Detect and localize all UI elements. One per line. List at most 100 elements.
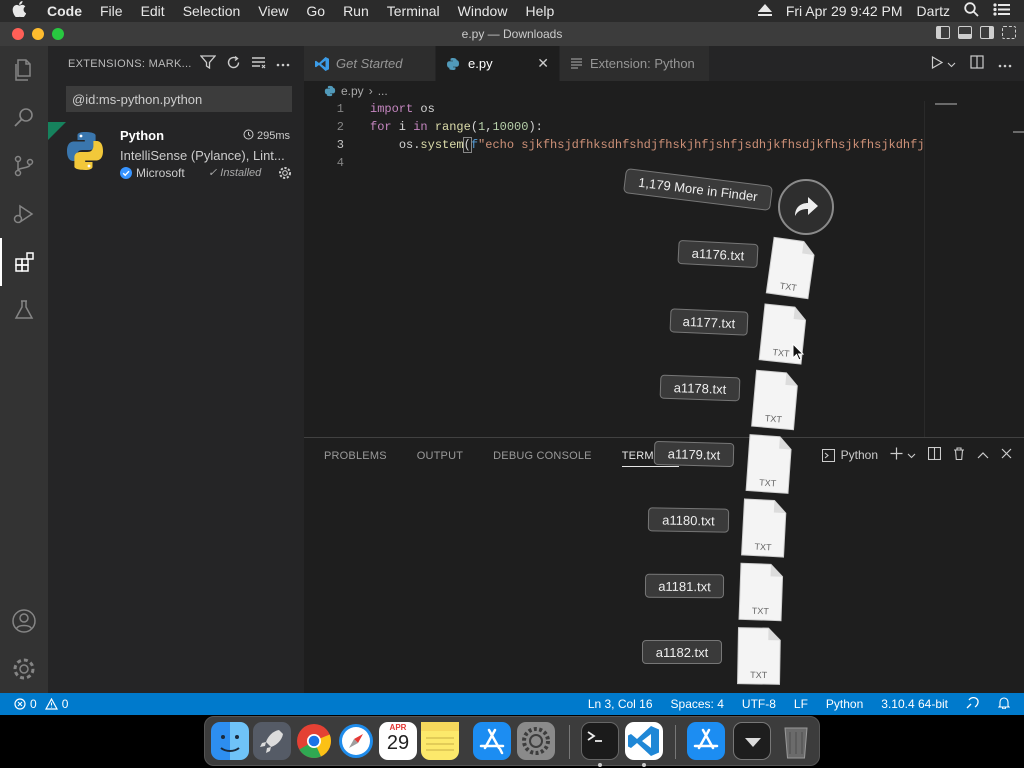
close-tab-icon[interactable]: ✕ (537, 55, 549, 72)
activity-bar (0, 46, 48, 693)
settings-gear-icon[interactable] (0, 645, 48, 693)
file-encoding[interactable]: UTF-8 (742, 697, 776, 711)
chrome-icon[interactable] (295, 722, 333, 760)
tab-label: Get Started (336, 56, 403, 71)
tab-get-started[interactable]: Get Started (304, 46, 436, 81)
safari-compass-icon[interactable] (337, 722, 375, 760)
extension-description: IntelliSense (Pylance), Lint... (120, 148, 285, 163)
tab-e-py[interactable]: e.py ✕ (436, 46, 560, 81)
maximize-panel-chevron-up-icon[interactable] (977, 448, 989, 462)
menu-file[interactable]: File (91, 3, 132, 19)
kill-terminal-trash-icon[interactable] (953, 447, 965, 463)
drag-file-label: a1177.txt (669, 308, 749, 336)
txt-file-icon: TXT (735, 626, 782, 687)
extensions-icon[interactable] (0, 238, 48, 286)
menu-user[interactable]: Dartz (917, 3, 950, 19)
terminal-dropdown-chevron-icon[interactable] (907, 448, 916, 462)
publisher-name[interactable]: Microsoft (136, 166, 185, 180)
spotlight-search-icon[interactable] (964, 2, 979, 20)
code-line-1[interactable]: 1 import os (304, 102, 924, 120)
new-terminal-plus-icon[interactable] (890, 447, 903, 463)
close-panel-icon[interactable] (1001, 448, 1012, 462)
editor-more-actions-icon[interactable] (998, 56, 1012, 71)
explorer-icon[interactable] (0, 46, 48, 94)
drag-file-label: a1178.txt (659, 374, 741, 402)
launchpad-rocket-icon[interactable] (253, 722, 291, 760)
code-line-3[interactable]: 3 os.system(f"echo sjkfhsjdfhksdhfshdjfh… (304, 137, 924, 156)
toggle-sidebar-icon[interactable] (936, 26, 950, 39)
customize-layout-icon[interactable] (1002, 26, 1016, 39)
function-range: range (434, 120, 471, 134)
panel-tab-debug-console[interactable]: DEBUG CONSOLE (493, 450, 592, 462)
breadcrumb-file[interactable]: e.py (341, 84, 364, 98)
testing-flask-icon[interactable] (0, 286, 48, 334)
finder-icon[interactable] (211, 722, 249, 760)
filter-icon[interactable] (199, 55, 217, 72)
search-icon[interactable] (0, 94, 48, 142)
menu-go[interactable]: Go (297, 3, 334, 19)
notifications-bell-icon[interactable] (997, 696, 1011, 712)
drag-file-label: a1180.txt (647, 507, 730, 533)
problems-status[interactable]: 0 0 (14, 697, 68, 711)
line-number: 4 (336, 156, 344, 170)
tab-extension-python[interactable]: Extension: Python (560, 46, 710, 81)
apple-menu-icon[interactable] (0, 1, 38, 21)
extensions-sidebar: EXTENSIONS: MARK... @id:ms-python.python… (48, 46, 304, 693)
breadcrumb-symbol[interactable]: ... (378, 84, 388, 98)
minimap[interactable] (924, 101, 1024, 437)
control-center-icon[interactable] (993, 3, 1010, 19)
app-store-icon[interactable] (473, 722, 511, 760)
app-store-downloads-icon[interactable] (687, 722, 725, 760)
code-line-2[interactable]: 2 for i in range(1,10000): (304, 120, 924, 138)
system-preferences-gear-icon[interactable] (517, 722, 555, 760)
language-mode[interactable]: Python (826, 697, 863, 711)
trash-icon[interactable] (777, 722, 815, 760)
extension-publisher: Microsoft (120, 166, 185, 180)
extension-list-item-python[interactable]: Python 295ms IntelliSense (Pylance), Lin… (48, 122, 304, 180)
code-line-4[interactable]: 4 (304, 156, 924, 174)
menu-selection[interactable]: Selection (174, 3, 250, 19)
vscode-app-icon[interactable] (625, 722, 663, 760)
panel-tab-output[interactable]: OUTPUT (417, 450, 463, 462)
menu-run[interactable]: Run (334, 3, 378, 19)
terminal-app-icon[interactable] (581, 722, 619, 760)
cursor-position[interactable]: Ln 3, Col 16 (588, 697, 653, 711)
calendar-icon[interactable]: APR 29 (379, 722, 417, 760)
accounts-icon[interactable] (0, 597, 48, 645)
manage-extension-gear-icon[interactable] (278, 166, 292, 183)
python-interpreter[interactable]: 3.10.4 64-bit (881, 697, 948, 711)
run-python-file-icon[interactable] (931, 55, 944, 72)
notes-icon[interactable] (421, 722, 459, 760)
menu-edit[interactable]: Edit (132, 3, 174, 19)
error-icon (14, 698, 26, 710)
drag-file-label: a1181.txt (644, 573, 725, 599)
code-editor[interactable]: 1 import os 2 for i in range(1,10000): 3… (304, 101, 924, 437)
split-editor-icon[interactable] (970, 55, 984, 72)
clear-results-icon[interactable] (251, 56, 266, 72)
indentation[interactable]: Spaces: 4 (671, 697, 724, 711)
more-actions-icon[interactable] (276, 58, 290, 70)
menu-clock[interactable]: Fri Apr 29 9:42 PM (786, 3, 903, 19)
toggle-secondary-sidebar-icon[interactable] (980, 26, 994, 39)
eject-icon[interactable] (757, 3, 772, 19)
run-and-debug-icon[interactable] (0, 190, 48, 238)
end-of-line[interactable]: LF (794, 697, 808, 711)
live-share-feedback-icon[interactable] (966, 696, 980, 712)
txt-file-icon: TXT (764, 235, 818, 301)
calendar-day: 29 (386, 732, 410, 754)
panel-tab-problems[interactable]: PROBLEMS (324, 450, 387, 462)
downloads-stack-icon[interactable] (733, 722, 771, 760)
extensions-search-input[interactable] (66, 86, 292, 112)
menu-app-code[interactable]: Code (38, 3, 91, 19)
installed-status-label: Installed (220, 167, 262, 179)
split-terminal-icon[interactable] (927, 446, 942, 463)
toggle-panel-icon[interactable] (958, 26, 972, 39)
menu-view[interactable]: View (249, 3, 297, 19)
source-control-icon[interactable] (0, 142, 48, 190)
terminal-selector[interactable]: Python (821, 448, 878, 462)
refresh-icon[interactable] (226, 55, 241, 73)
run-options-chevron-icon[interactable] (947, 56, 956, 71)
menu-window[interactable]: Window (449, 3, 517, 19)
menu-terminal[interactable]: Terminal (378, 3, 449, 19)
menu-help[interactable]: Help (516, 3, 563, 19)
